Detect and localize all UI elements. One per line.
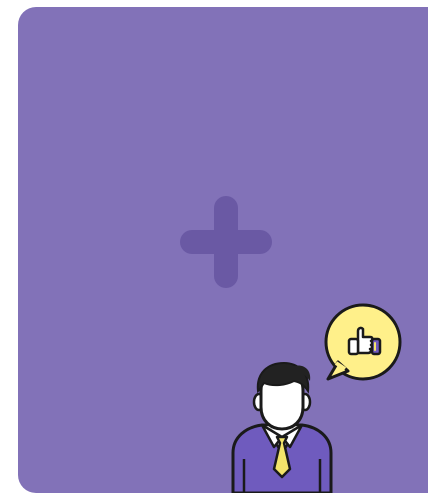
thumbs-up-icon — [347, 326, 382, 356]
person-figure — [231, 361, 333, 493]
add-item-card[interactable] — [18, 7, 428, 493]
speech-bubble — [324, 303, 402, 381]
plus-icon[interactable] — [180, 196, 272, 288]
